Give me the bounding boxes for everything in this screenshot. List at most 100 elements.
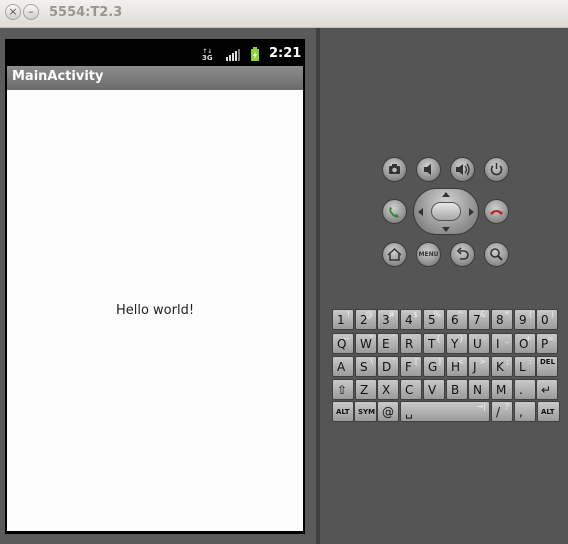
key-4-3[interactable]: ␣ →| bbox=[400, 401, 490, 422]
key-1-9[interactable]: P = bbox=[536, 333, 558, 354]
status-bar: ↑↓ 3G 2:21 bbox=[5, 39, 305, 66]
key-0-2[interactable]: 3 # bbox=[377, 309, 399, 330]
key-3-3[interactable]: C bbox=[400, 379, 422, 400]
menu-button[interactable]: MENU bbox=[416, 242, 441, 267]
volume-up-button[interactable] bbox=[450, 157, 475, 182]
key-alt-label: @ bbox=[365, 310, 373, 319]
key-3-8[interactable]: . bbox=[514, 379, 536, 400]
key-label: E bbox=[382, 337, 390, 351]
key-label: U bbox=[473, 337, 482, 351]
call-button[interactable] bbox=[382, 199, 407, 224]
key-4-4[interactable]: /? bbox=[491, 401, 513, 422]
key-2-6[interactable]: J > bbox=[468, 356, 490, 377]
key-0-5[interactable]: 6 ^ bbox=[446, 309, 468, 330]
key-3-5[interactable]: B bbox=[446, 379, 468, 400]
key-label: V bbox=[428, 383, 437, 397]
key-alt-label: _ bbox=[505, 334, 509, 343]
key-1-8[interactable]: O + bbox=[514, 333, 536, 354]
key-1-1[interactable]: W " bbox=[355, 333, 377, 354]
menu-label: MENU bbox=[418, 251, 439, 258]
key-0-4[interactable]: 5% bbox=[423, 309, 445, 330]
camera-icon bbox=[389, 164, 400, 174]
key-1-6[interactable]: U- bbox=[468, 333, 490, 354]
key-label: T bbox=[428, 337, 436, 351]
key-3-9[interactable]: ↵ bbox=[536, 379, 558, 400]
close-window-button[interactable]: × bbox=[5, 4, 21, 20]
key-3-2[interactable]: X bbox=[377, 379, 399, 400]
key-1-5[interactable]: Y} bbox=[446, 333, 468, 354]
key-alt-label: > bbox=[479, 357, 486, 366]
key-2-3[interactable]: F[ bbox=[400, 356, 422, 377]
key-0-1[interactable]: 2 @ bbox=[355, 309, 377, 330]
dpad-down-icon[interactable] bbox=[442, 227, 450, 232]
key-2-8[interactable]: L: bbox=[514, 356, 536, 377]
key-3-4[interactable]: V bbox=[423, 379, 445, 400]
key-2-9[interactable]: DEL bbox=[536, 356, 558, 377]
camera-button[interactable] bbox=[382, 157, 407, 182]
activity-title: MainActivity bbox=[12, 69, 104, 84]
key-label: Y bbox=[451, 337, 459, 351]
key-4-2[interactable]: @ bbox=[377, 401, 399, 422]
power-button[interactable] bbox=[484, 157, 509, 182]
key-label: / bbox=[496, 405, 501, 419]
dpad-up-icon[interactable] bbox=[442, 192, 450, 197]
minimize-window-button[interactable]: – bbox=[23, 4, 39, 20]
key-2-1[interactable]: S \ bbox=[355, 356, 377, 377]
key-4-5[interactable]: , bbox=[514, 401, 536, 422]
dpad[interactable] bbox=[413, 188, 479, 235]
key-0-8[interactable]: 9( bbox=[514, 309, 536, 330]
home-button[interactable] bbox=[382, 242, 407, 267]
key-label: DEL bbox=[540, 358, 556, 366]
key-0-0[interactable]: 1! bbox=[332, 309, 354, 330]
key-4-0[interactable]: ALT bbox=[332, 401, 354, 422]
key-0-7[interactable]: 8 * bbox=[491, 309, 513, 330]
key-3-7[interactable]: M bbox=[491, 379, 513, 400]
key-alt-label: ! bbox=[346, 310, 350, 319]
hardware-keyboard: 1! 2 @3 #4 $5% 6 ^ 7 & 8 * 9(0) Q ~ W " E ´ R T{Y} U - I _ O + P = A… bbox=[332, 309, 560, 422]
key-1-7[interactable]: I _ bbox=[491, 333, 513, 354]
key-label: F bbox=[405, 360, 412, 374]
key-label: ↵ bbox=[541, 383, 552, 397]
key-0-3[interactable]: 4 $ bbox=[400, 309, 422, 330]
key-label: 4 bbox=[405, 313, 413, 327]
volume-down-button[interactable] bbox=[416, 157, 441, 182]
key-3-6[interactable]: N bbox=[468, 379, 490, 400]
key-2-4[interactable]: G] bbox=[423, 356, 445, 377]
key-alt-label: [ bbox=[414, 357, 418, 366]
key-0-6[interactable]: 7 & bbox=[468, 309, 490, 330]
key-1-3[interactable]: R bbox=[400, 333, 422, 354]
key-label: ALT bbox=[541, 408, 555, 416]
key-alt-label: ' bbox=[392, 357, 395, 366]
key-4-6[interactable]: ALT bbox=[537, 401, 560, 422]
hello-text: Hello world! bbox=[115, 303, 195, 318]
key-0-9[interactable]: 0) bbox=[536, 309, 558, 330]
key-2-7[interactable]: K; bbox=[491, 356, 513, 377]
key-3-1[interactable]: Z bbox=[355, 379, 377, 400]
key-2-0[interactable]: A bbox=[332, 356, 354, 377]
key-1-4[interactable]: T{ bbox=[423, 333, 445, 354]
dpad-right-icon[interactable] bbox=[469, 208, 474, 216]
key-alt-label: % bbox=[433, 310, 441, 319]
key-label: M bbox=[496, 383, 507, 397]
key-alt-label: { bbox=[435, 334, 441, 343]
search-button[interactable] bbox=[484, 242, 509, 267]
window-titlebar: × – 5554:T2.3 bbox=[0, 0, 568, 28]
key-alt-label: ( bbox=[528, 310, 532, 319]
dpad-center-button[interactable] bbox=[431, 202, 461, 221]
key-4-1[interactable]: SYM bbox=[354, 401, 377, 422]
battery-charging-icon bbox=[251, 47, 259, 61]
key-label: 9 bbox=[519, 313, 527, 327]
end-call-button[interactable] bbox=[484, 199, 509, 224]
back-button[interactable] bbox=[450, 242, 475, 267]
key-2-2[interactable]: D ' bbox=[377, 356, 399, 377]
key-2-5[interactable]: H < bbox=[446, 356, 468, 377]
key-alt-label: & bbox=[479, 310, 486, 319]
key-3-0[interactable]: ⇧ bbox=[332, 379, 354, 400]
key-alt-label: ? bbox=[504, 402, 509, 411]
dpad-left-icon[interactable] bbox=[418, 208, 423, 216]
device-screen[interactable]: ↑↓ 3G 2:21 MainActivity Hello world! bbox=[5, 39, 305, 534]
key-alt-label: } bbox=[458, 334, 464, 343]
app-title-bar: MainActivity bbox=[7, 66, 303, 90]
key-1-0[interactable]: Q ~ bbox=[332, 333, 354, 354]
key-1-2[interactable]: E ´ bbox=[377, 333, 399, 354]
